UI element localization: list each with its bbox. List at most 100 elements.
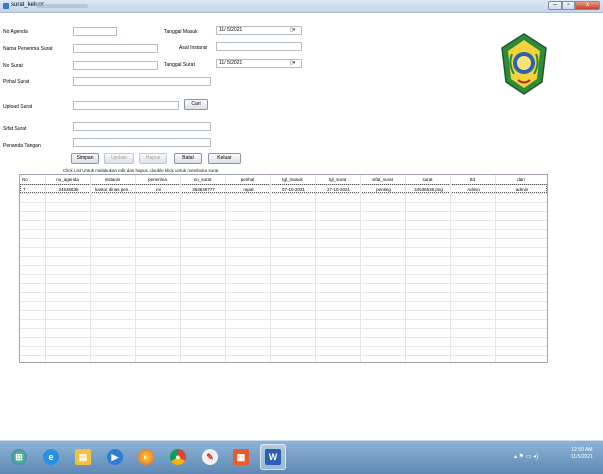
tanggal-masuk-value: 11/ 5/2021 [219,27,243,33]
table-cell: rapat [243,187,254,192]
table-cell: mi [156,187,161,192]
column-header[interactable]: ttd [450,175,495,184]
table-cell: 7 [23,187,26,192]
column-divider [450,175,451,362]
row-divider [20,355,547,356]
sifat-input[interactable] [73,122,211,131]
column-header[interactable]: instansi [90,175,135,184]
row-divider [20,301,547,302]
upload-input[interactable] [73,101,179,110]
column-header[interactable]: No [20,175,45,184]
column-header[interactable]: no_agenda [45,175,90,184]
close-button[interactable]: x [575,1,600,10]
minimize-button[interactable]: – [548,1,562,10]
row-divider [20,265,547,266]
row-divider [20,220,547,221]
media-player-icon[interactable]: ▶ [102,444,128,470]
table-cell: admin [515,187,529,192]
app-window: surat_keluar – ▫ x No Agenda Nama Peneri… [0,0,603,440]
column-header[interactable]: tgl_masuk [270,175,315,184]
sifat-label: Sifat Surat [3,126,27,132]
column-header[interactable]: surat [405,175,450,184]
update-button[interactable]: Update [104,153,134,164]
column-divider [495,175,496,362]
nama-penerima-input[interactable] [73,44,158,53]
no-agenda-label: No Agenda [3,29,28,35]
clock-time: 12:50 AM [571,447,593,453]
file-explorer-icon[interactable]: ▤ [70,444,96,470]
nama-penerima-label: Nama Penerima Surat [3,46,53,52]
column-divider [270,175,271,362]
word-icon[interactable]: W [260,444,286,470]
row-divider [20,310,547,311]
table-cell: 27-10-2021 [326,187,351,192]
tanggal-masuk-label: Tanggal Masuk [164,29,198,35]
penanda-input[interactable] [73,138,211,147]
java-app-icon [3,3,9,9]
column-header[interactable]: penerima [135,175,180,184]
hapus-button[interactable]: Hapus [139,153,167,164]
no-surat-input[interactable] [73,61,158,70]
paint-icon[interactable]: ✎ [197,444,223,470]
table-cell: 07-10-2021 [281,187,306,192]
perihal-label: Pirhal Surat [3,79,30,85]
column-header[interactable]: perihal [225,175,270,184]
column-divider [405,175,406,362]
column-divider [180,175,181,362]
row-divider [20,337,547,338]
column-header[interactable]: dari [495,175,547,184]
table-cell: 34536636.png [414,187,443,192]
row-divider [20,283,547,284]
row-divider [20,229,547,230]
column-divider [90,175,91,362]
cari-button[interactable]: Cari [184,99,208,110]
internet-explorer-icon[interactable]: e [38,444,64,470]
tanggal-surat-label: Tanggal Surat [164,62,195,68]
row-divider [20,346,547,347]
title-redacted [36,4,88,8]
row-divider [20,292,547,293]
simpan-button[interactable]: Simpan [71,153,99,164]
chrome-icon[interactable]: ● [165,444,191,470]
table-cell: Admin [467,187,480,192]
row-divider [20,202,547,203]
row-divider [20,247,547,248]
calendar-dropdown-icon[interactable]: ▯▾ [290,60,295,66]
maximize-button[interactable]: ▫ [562,1,575,10]
row-divider [20,256,547,257]
column-divider [315,175,316,362]
title-bar: surat_keluar – ▫ x [0,0,603,13]
taskbar: ⊞ e ▤ ▶ ◐ ● ✎ ▦ W ▴ ⚑ ▭ ◂) 12:50 AM 11/5… [0,440,603,474]
row-divider [20,211,547,212]
row-divider [20,319,547,320]
asal-instansi-input[interactable] [216,42,302,51]
keluar-button[interactable]: Keluar [208,153,241,164]
column-header[interactable]: no_surat [180,175,225,184]
clock[interactable]: 12:50 AM 11/5/2021 [571,447,593,461]
table-cell: 34536636 [58,187,79,192]
firefox-icon[interactable]: ◐ [133,444,159,470]
calendar-dropdown-icon[interactable]: ▯▾ [290,27,295,33]
table-cell: penting [376,187,391,192]
column-divider [225,175,226,362]
row-divider [20,193,547,194]
column-header[interactable]: tgl_surat [315,175,360,184]
column-divider [360,175,361,362]
column-divider [135,175,136,362]
row-divider [20,274,547,275]
penanda-label: Penanda Tangan [3,143,41,149]
windows-orb-icon[interactable]: ⊞ [6,444,32,470]
surat-table[interactable]: No no_agenda instansi penerima no_surat … [19,174,548,363]
java-app-icon[interactable]: ▦ [228,444,254,470]
clock-date: 11/5/2021 [571,454,593,460]
system-tray-icons[interactable]: ▴ ⚑ ▭ ◂) [514,453,538,460]
no-agenda-input[interactable] [73,27,117,36]
asal-instansi-label: Asal Instansi [179,45,208,51]
tanggal-surat-value: 11/ 5/2021 [219,60,243,66]
table-row[interactable]: 7 34536636 kantor dinas pen... mi 363636… [20,184,547,193]
column-header[interactable]: sifat_surat [360,175,405,184]
batal-button[interactable]: Batal [174,153,202,164]
row-divider [20,238,547,239]
no-surat-label: No Surat [3,63,23,69]
perihal-input[interactable] [73,77,211,86]
